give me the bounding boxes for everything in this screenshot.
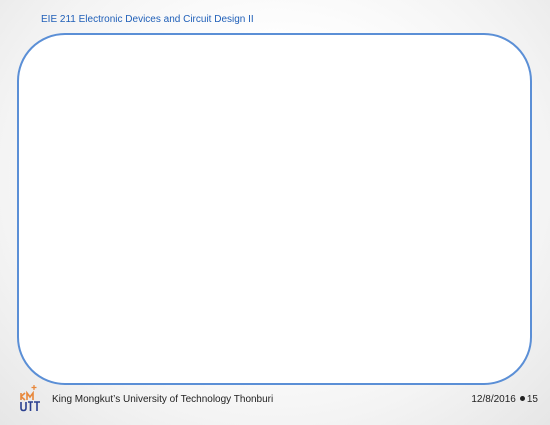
content-frame — [17, 33, 532, 385]
slide: EIE 211 Electronic Devices and Circuit D… — [0, 0, 550, 425]
kmutt-logo — [20, 385, 40, 412]
slide-date: 12/8/2016 — [471, 394, 516, 405]
date-and-page: 12/8/2016 15 — [471, 394, 538, 405]
university-name: King Mongkut’s University of Technology … — [52, 394, 274, 405]
page-number: 15 — [526, 394, 538, 405]
slide-footer: King Mongkut’s University of Technology … — [0, 384, 550, 414]
course-title: EIE 211 Electronic Devices and Circuit D… — [41, 14, 254, 25]
bullet-separator — [519, 396, 525, 402]
